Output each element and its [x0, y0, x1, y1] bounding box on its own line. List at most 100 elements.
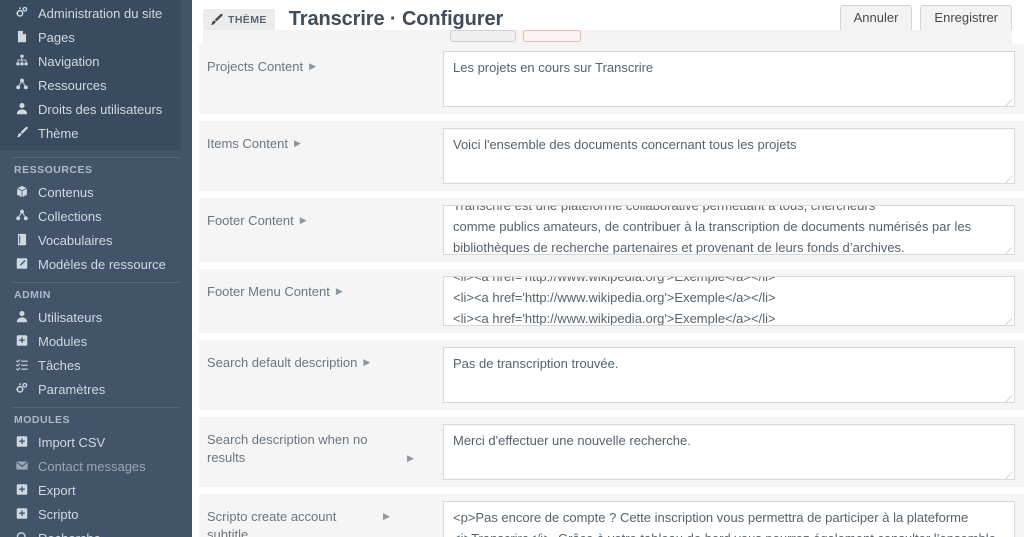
user-icon	[14, 309, 29, 323]
page-title: Transcrire · Configurer	[288, 8, 504, 30]
textarea-projects-content[interactable]: Les projets en cours sur Transcrire	[443, 51, 1015, 107]
chevron-right-icon[interactable]: ▶	[309, 62, 316, 71]
field-wrapper: Transcrire est une plateforme collaborat…	[443, 198, 1024, 262]
plus-square-icon	[14, 482, 29, 496]
sitemap-icon	[14, 53, 29, 67]
sidebar-item-label: Recherche	[38, 532, 101, 537]
tasks-icon	[14, 357, 29, 371]
gears-icon	[14, 5, 29, 19]
textarea-value: Voici l'ensemble des documents concernan…	[453, 137, 797, 152]
sidebar-item-droits-des-utilisateurs[interactable]: Droits des utilisateurs	[0, 96, 181, 120]
main-content: THÈME Transcrire · Configurer Annuler En…	[192, 0, 1024, 537]
sidebar-item-label: Scripto	[38, 506, 79, 522]
sidebar-divider	[12, 407, 180, 408]
textarea-clipped-line-text: Transcrire est une plateforme collaborat…	[453, 206, 1005, 216]
textarea-value: <li><a href='http://www.wikipedia.org'>E…	[453, 290, 776, 326]
field-label-text: Search default description	[207, 355, 358, 370]
textarea-search-default-description[interactable]: Pas de transcription trouvée.	[443, 347, 1015, 403]
textarea-footer-menu-content[interactable]: <li><a href='http://www.wikipedia.org'>E…	[443, 276, 1015, 326]
field-label: Search default description ▶	[199, 340, 443, 382]
sidebar-item-param-tres[interactable]: Paramètres	[0, 376, 192, 400]
cancel-button[interactable]: Annuler	[839, 5, 913, 31]
sidebar-item-contenus[interactable]: Contenus	[0, 179, 192, 203]
share-nodes-icon	[14, 77, 29, 91]
form-row: Footer Content ▶ Transcrire est une platef…	[199, 198, 1024, 262]
sidebar-item-label: Navigation	[38, 53, 100, 69]
chevron-right-icon[interactable]: ▶	[363, 358, 370, 367]
sidebar-item-label: Contact messages	[38, 458, 146, 474]
plus-square-icon	[14, 434, 29, 448]
field-label: Footer Content ▶	[199, 198, 443, 240]
gears-icon	[14, 381, 29, 395]
sidebar-item-utilisateurs[interactable]: Utilisateurs	[0, 304, 192, 328]
plus-square-icon	[14, 506, 29, 520]
share-nodes-icon	[14, 208, 29, 222]
sidebar-item-export[interactable]: Export	[0, 477, 192, 501]
sidebar-item-pages[interactable]: Pages	[0, 24, 181, 48]
sidebar-item-th-me[interactable]: Thème	[0, 120, 181, 144]
clipped-secondary-button[interactable]	[450, 30, 516, 42]
textarea-value: Merci d'effectuer une nouvelle recherche…	[453, 433, 691, 448]
textarea-value: comme publics amateurs, de contribuer à …	[453, 219, 972, 255]
sidebar-item-label: Thème	[38, 125, 79, 141]
search-icon	[14, 530, 29, 537]
field-wrapper: Voici l'ensemble des documents concernan…	[443, 121, 1024, 191]
field-label-text: Scripto create account subtitle	[207, 509, 337, 537]
chevron-right-icon[interactable]: ▶	[294, 139, 301, 148]
sidebar-item-mod-les-de-ressource[interactable]: Modèles de ressource	[0, 251, 192, 275]
sidebar-divider	[12, 282, 180, 283]
chevron-right-icon[interactable]: ▶	[300, 216, 307, 225]
sidebar-item-t-ches[interactable]: Tâches	[0, 352, 192, 376]
sidebar-item-recherche[interactable]: Recherche	[0, 525, 192, 537]
envelope-icon	[14, 458, 29, 472]
field-label-text: Footer Menu Content	[207, 284, 330, 299]
sidebar-item-scripto[interactable]: Scripto	[0, 501, 192, 525]
sidebar-item-label: Modèles de ressource	[38, 256, 166, 272]
pencil-square-icon	[14, 256, 29, 270]
sidebar-item-ressources[interactable]: Ressources	[0, 72, 181, 96]
clipped-danger-button[interactable]	[523, 30, 581, 42]
book-icon	[14, 232, 29, 246]
field-label-text: Projects Content	[207, 59, 304, 74]
sidebar-item-administration-du-site[interactable]: Administration du site	[0, 0, 181, 24]
textarea-clipped-line-text: <li><a href='http://www.wikipedia.org'>E…	[453, 277, 1005, 287]
sidebar-item-vocabulaires[interactable]: Vocabulaires	[0, 227, 192, 251]
admin-page: Administration du site Pages Navigation Res…	[0, 0, 1024, 537]
chevron-right-icon[interactable]: ▶	[383, 512, 390, 521]
sidebar-item-label: Import CSV	[38, 434, 106, 450]
sidebar-item-label: Vocabulaires	[38, 232, 113, 248]
sidebar-item-label: Ressources	[38, 77, 107, 93]
sidebar-section-title: RESSOURCES	[14, 164, 93, 176]
brush-icon	[209, 13, 223, 26]
field-label-text: Footer Content	[207, 213, 294, 228]
sidebar-item-label: Administration du site	[38, 5, 163, 21]
chevron-right-icon[interactable]: ▶	[407, 454, 414, 463]
sidebar-item-modules[interactable]: Modules	[0, 328, 192, 352]
page-icon	[14, 29, 29, 43]
sidebar-item-label: Modules	[38, 333, 88, 349]
user-icon	[14, 101, 29, 115]
sidebar-item-label: Contenus	[38, 184, 94, 200]
sidebar-item-import-csv[interactable]: Import CSV	[0, 429, 192, 453]
sidebar-item-label: Utilisateurs	[38, 309, 103, 325]
sidebar-item-contact-messages[interactable]: Contact messages	[0, 453, 192, 477]
save-button[interactable]: Enregistrer	[920, 5, 1012, 31]
form-row: Items Content ▶ Voici l'ensemble des docum…	[199, 121, 1024, 191]
field-label: Projects Content ▶	[199, 44, 443, 86]
chevron-right-icon[interactable]: ▶	[336, 287, 343, 296]
field-wrapper: <p>Pas encore de compte ? Cette inscript…	[443, 494, 1024, 537]
textarea-search-description-when-no-results[interactable]: Merci d'effectuer une nouvelle recherche…	[443, 424, 1015, 480]
settings-form: Projects Content ▶ Les projets en cours su…	[199, 44, 1024, 537]
partial-form-row-clipped	[203, 30, 1012, 44]
form-row: Projects Content ▶ Les projets en cours su…	[199, 44, 1024, 114]
textarea-items-content[interactable]: Voici l'ensemble des documents concernan…	[443, 128, 1015, 184]
sidebar-item-collections[interactable]: Collections	[0, 203, 192, 227]
textarea-footer-content[interactable]: Transcrire est une plateforme collaborat…	[443, 205, 1015, 255]
form-row: Footer Menu Content ▶ <li><a href='http://…	[199, 269, 1024, 333]
textarea-clipped-line: <li><a href='http://www.wikipedia.org'>E…	[453, 277, 1005, 287]
sidebar-item-navigation[interactable]: Navigation	[0, 48, 181, 72]
brush-icon	[14, 125, 29, 139]
textarea-scripto-create-account-subtitle[interactable]: <p>Pas encore de compte ? Cette inscript…	[443, 501, 1015, 537]
sidebar: Administration du site Pages Navigation Res…	[0, 0, 192, 537]
sidebar-item-label: Paramètres	[38, 381, 106, 397]
